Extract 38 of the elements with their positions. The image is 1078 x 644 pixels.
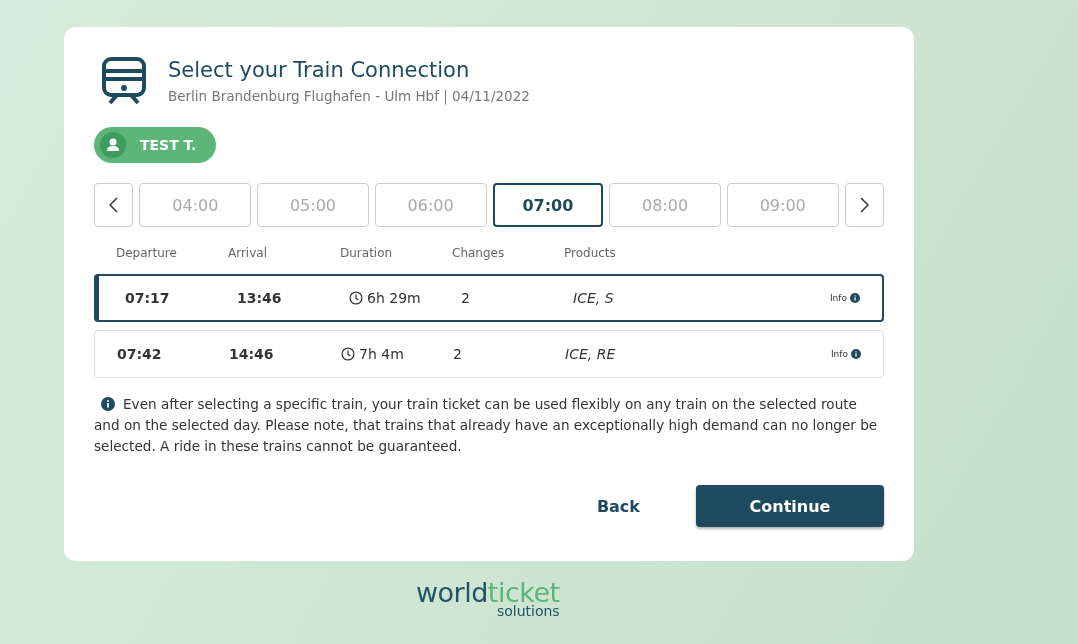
info-link[interactable]: Info [829, 293, 860, 303]
continue-button[interactable]: Continue [696, 485, 884, 527]
connection-row[interactable]: 07:17 13:46 6h 29m 2 ICE, S Info [94, 274, 884, 322]
info-icon [101, 397, 115, 411]
next-button[interactable] [844, 183, 885, 227]
departure-time: 07:17 [125, 290, 171, 306]
clock-icon [349, 291, 363, 305]
departure-time: 07:42 [117, 346, 163, 362]
products-text: ICE, RE [565, 346, 617, 362]
route-subtitle: Berlin Brandenburg Flughafen - Ulm Hbf | 04/11/2022 [168, 88, 530, 104]
info-icon [850, 293, 860, 303]
duration-text: 7h 4m [359, 346, 404, 362]
chevron-right-icon [859, 197, 869, 213]
company-logo: worldticket solutions [416, 579, 560, 618]
column-header: Departure [116, 246, 178, 260]
changes-count: 2 [461, 290, 471, 306]
column-header: Duration [340, 246, 394, 260]
duration-text: 6h 29m [367, 290, 421, 306]
previous-button[interactable] [94, 183, 134, 227]
arrival-time: 13:46 [237, 290, 283, 306]
column-header: Products [564, 246, 617, 260]
arrival-time: 14:46 [229, 346, 275, 362]
page-title: Select your Train Connection [168, 58, 471, 82]
notice-text: Even after selecting a specific train, your train ticket can be used flexibly on any train on the selected route and on the selected day. Please note, that trains that already have an exceptionally high demand can no longer be selected. A ride in these trains cannot be guaranteed. [94, 395, 879, 456]
train-icon [102, 57, 146, 105]
info-icon [851, 349, 861, 359]
back-button[interactable]: Back [584, 488, 652, 524]
products-text: ICE, S [573, 290, 615, 306]
chevron-left-icon [109, 197, 119, 213]
person-icon [100, 132, 126, 158]
column-header: Changes [452, 246, 506, 260]
hour-tab[interactable]: 07:00 [492, 183, 604, 227]
column-header: Arrival [228, 246, 268, 260]
changes-count: 2 [453, 346, 463, 362]
info-link[interactable]: Info [830, 349, 861, 359]
connection-row[interactable]: 07:42 14:46 7h 4m 2 ICE, RE Info [94, 330, 884, 378]
passenger-name: TEST T. [140, 137, 197, 153]
clock-icon [341, 347, 355, 361]
